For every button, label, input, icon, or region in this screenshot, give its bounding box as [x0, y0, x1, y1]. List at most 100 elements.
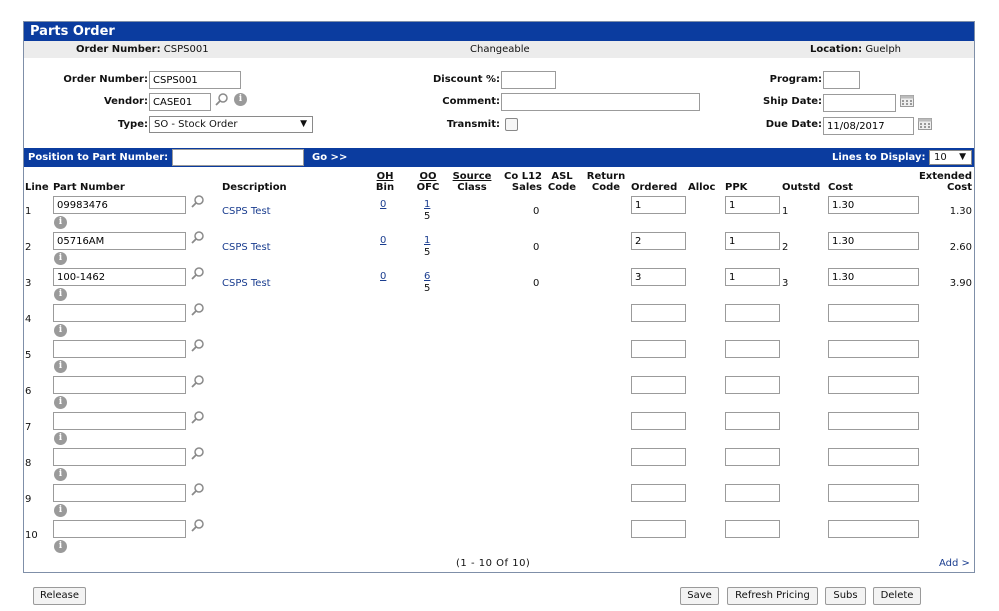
ordered-input[interactable]: [631, 232, 686, 250]
part-number-input[interactable]: [53, 196, 186, 214]
go-button[interactable]: Go >>: [312, 152, 347, 163]
part-number-input[interactable]: [53, 448, 186, 466]
ppk-input[interactable]: [725, 340, 780, 358]
oo-link[interactable]: 6: [424, 271, 430, 282]
comment-field[interactable]: [501, 93, 700, 111]
part-search-icon[interactable]: [191, 446, 205, 460]
col-alloc: Alloc: [688, 182, 716, 193]
description-link[interactable]: CSPS Test: [222, 278, 271, 289]
ordered-input[interactable]: [631, 520, 686, 538]
oo-link[interactable]: 1: [424, 199, 430, 210]
part-search-icon[interactable]: [191, 482, 205, 496]
part-search-icon[interactable]: [191, 338, 205, 352]
due-date-calendar-icon[interactable]: [918, 117, 932, 130]
part-number-input[interactable]: [53, 268, 186, 286]
ship-date-field[interactable]: [823, 94, 896, 112]
part-search-icon[interactable]: [191, 266, 205, 280]
save-button[interactable]: Save: [680, 587, 719, 605]
subs-button[interactable]: Subs: [825, 587, 866, 605]
part-search-icon[interactable]: [191, 518, 205, 532]
part-info-icon[interactable]: i: [54, 324, 67, 337]
part-search-icon[interactable]: [191, 302, 205, 316]
cost-input[interactable]: [828, 520, 919, 538]
col-return-code: Return Code: [584, 171, 628, 193]
cost-input[interactable]: [828, 340, 919, 358]
ppk-input[interactable]: [725, 484, 780, 502]
ordered-input[interactable]: [631, 412, 686, 430]
col-source[interactable]: Source: [453, 171, 492, 182]
cost-input[interactable]: [828, 304, 919, 322]
cost-input[interactable]: [828, 196, 919, 214]
description-link[interactable]: CSPS Test: [222, 242, 271, 253]
part-info-icon[interactable]: i: [54, 504, 67, 517]
position-part-input[interactable]: [172, 149, 304, 166]
part-number-input[interactable]: [53, 304, 186, 322]
cost-input[interactable]: [828, 484, 919, 502]
cost-input[interactable]: [828, 376, 919, 394]
comment-label: Comment:: [442, 96, 500, 107]
vendor-field[interactable]: [149, 93, 211, 111]
ppk-input[interactable]: [725, 448, 780, 466]
part-number-input[interactable]: [53, 520, 186, 538]
col-extended-cost-label: Cost: [947, 182, 972, 193]
cost-input[interactable]: [828, 448, 919, 466]
oo-link[interactable]: 1: [424, 235, 430, 246]
col-oh[interactable]: OH: [377, 171, 394, 182]
discount-field[interactable]: [501, 71, 556, 89]
oh-link[interactable]: 0: [380, 235, 386, 246]
col-outstd: Outstd: [782, 182, 821, 193]
ordered-input[interactable]: [631, 268, 686, 286]
cost-input[interactable]: [828, 412, 919, 430]
col-oo[interactable]: OO: [419, 171, 436, 182]
due-date-field[interactable]: [823, 117, 914, 135]
part-info-icon[interactable]: i: [54, 216, 67, 229]
vendor-search-icon[interactable]: [215, 92, 229, 106]
ordered-input[interactable]: [631, 448, 686, 466]
part-search-icon[interactable]: [191, 410, 205, 424]
ppk-input[interactable]: [725, 196, 780, 214]
part-info-icon[interactable]: i: [54, 540, 67, 553]
ordered-input[interactable]: [631, 196, 686, 214]
type-select[interactable]: SO - Stock Order ▼: [149, 116, 313, 133]
part-info-icon[interactable]: i: [54, 252, 67, 265]
part-info-icon[interactable]: i: [54, 468, 67, 481]
part-search-icon[interactable]: [191, 230, 205, 244]
ppk-input[interactable]: [725, 304, 780, 322]
ordered-input[interactable]: [631, 340, 686, 358]
part-number-input[interactable]: [53, 484, 186, 502]
ordered-input[interactable]: [631, 484, 686, 502]
ppk-input[interactable]: [725, 520, 780, 538]
refresh-pricing-button[interactable]: Refresh Pricing: [727, 587, 818, 605]
oh-link[interactable]: 0: [380, 271, 386, 282]
lines-to-display-select[interactable]: 10 ▼: [929, 150, 972, 165]
part-search-icon[interactable]: [191, 194, 205, 208]
transmit-checkbox[interactable]: [505, 118, 518, 131]
ordered-input[interactable]: [631, 304, 686, 322]
part-search-icon[interactable]: [191, 374, 205, 388]
add-link[interactable]: Add >: [939, 558, 970, 569]
part-info-icon[interactable]: i: [54, 288, 67, 301]
description-link[interactable]: CSPS Test: [222, 206, 271, 217]
oh-link[interactable]: 0: [380, 199, 386, 210]
part-number-input[interactable]: [53, 412, 186, 430]
release-button[interactable]: Release: [33, 587, 86, 605]
cost-input[interactable]: [828, 232, 919, 250]
delete-button[interactable]: Delete: [873, 587, 921, 605]
part-info-icon[interactable]: i: [54, 432, 67, 445]
part-number-input[interactable]: [53, 376, 186, 394]
part-info-icon[interactable]: i: [54, 396, 67, 409]
order-number-field[interactable]: [149, 71, 241, 89]
part-number-input[interactable]: [53, 232, 186, 250]
ppk-input[interactable]: [725, 268, 780, 286]
ppk-input[interactable]: [725, 412, 780, 430]
ship-date-calendar-icon[interactable]: [900, 94, 914, 107]
part-number-input[interactable]: [53, 340, 186, 358]
ppk-input[interactable]: [725, 376, 780, 394]
ordered-input[interactable]: [631, 376, 686, 394]
part-info-icon[interactable]: i: [54, 360, 67, 373]
program-field[interactable]: [823, 71, 860, 89]
ppk-input[interactable]: [725, 232, 780, 250]
vendor-info-icon[interactable]: i: [234, 93, 247, 106]
cost-input[interactable]: [828, 268, 919, 286]
parts-order-panel: Parts Order Order Number: CSPS001 Change…: [23, 21, 975, 573]
